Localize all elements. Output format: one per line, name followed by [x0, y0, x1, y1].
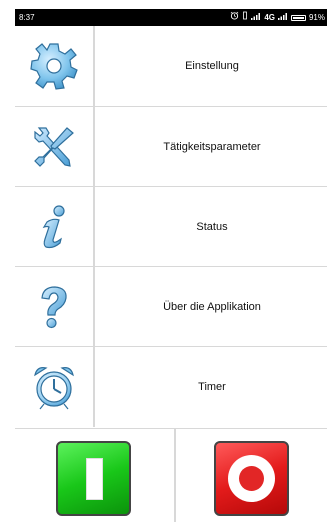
menu-item-status[interactable]: Status — [15, 186, 327, 267]
menu-item-einstellung[interactable]: Einstellung — [15, 26, 327, 106]
battery-icon — [290, 14, 306, 21]
menu-item-label: Über die Applikation — [163, 301, 261, 313]
vibrate-icon — [242, 9, 248, 26]
stop-button[interactable] — [214, 441, 289, 516]
signal-icon-2 — [277, 9, 288, 26]
status-bar: 8:37 4G 91% — [15, 9, 327, 26]
start-icon — [86, 458, 103, 500]
menu-item-taetigkeitsparameter[interactable]: Tätigkeitsparameter — [15, 106, 327, 187]
menu-item-label: Einstellung — [185, 60, 239, 72]
menu-item-label: Timer — [198, 381, 226, 393]
control-bar — [15, 428, 327, 522]
main-menu: Einstellung Tätigkeitsparameter Status Ü… — [15, 26, 327, 427]
gear-icon — [15, 26, 95, 106]
signal-icon — [251, 9, 261, 26]
battery-percent: 91% — [308, 13, 325, 22]
menu-item-ueber-die-applikation[interactable]: Über die Applikation — [15, 266, 327, 347]
alarm-status-icon — [230, 9, 239, 26]
menu-item-label: Tätigkeitsparameter — [163, 141, 261, 153]
alarm-clock-icon — [15, 347, 95, 427]
menu-item-timer[interactable]: Timer — [15, 346, 327, 427]
info-icon — [15, 187, 95, 267]
menu-item-label: Status — [196, 221, 228, 233]
tools-icon — [15, 107, 95, 187]
network-type: 4G — [264, 13, 275, 22]
stop-icon — [228, 455, 275, 502]
start-button[interactable] — [56, 441, 131, 516]
status-icons: 4G 91% — [230, 9, 325, 26]
status-time: 8:37 — [19, 13, 35, 22]
control-divider — [174, 429, 176, 522]
help-icon — [15, 267, 95, 347]
